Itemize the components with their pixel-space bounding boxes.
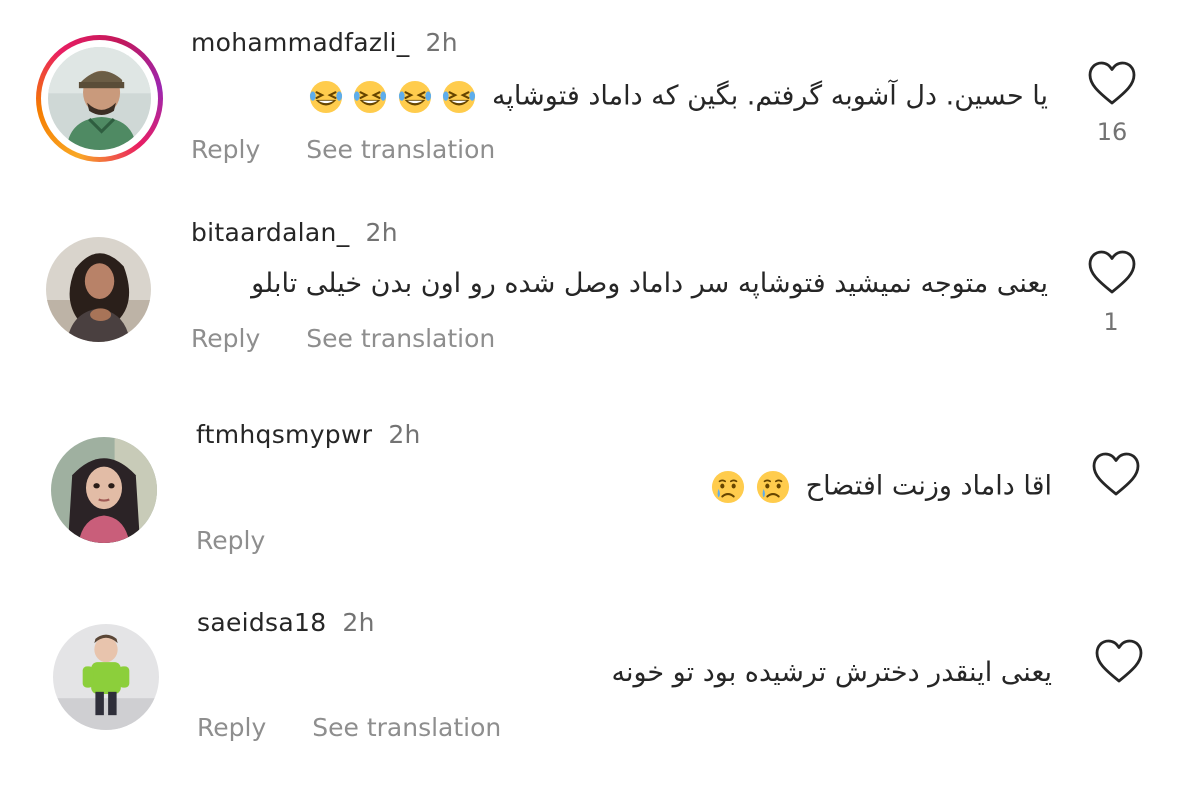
comment-body: اقا داماد وزنت افتضاح	[805, 470, 1052, 502]
username-link[interactable]: saeidsa18	[197, 608, 326, 637]
comment-header: saeidsa18 2h	[197, 608, 375, 637]
grinning-squinting-face-icon	[309, 80, 342, 114]
grinning-squinting-face-icon	[354, 80, 387, 114]
timestamp: 2h	[342, 608, 375, 637]
avatar[interactable]	[53, 624, 159, 730]
reply-button[interactable]: Reply	[191, 135, 260, 164]
emoji-group	[710, 470, 791, 504]
comment-body: یعنی متوجه نمیشید فتوشاپه سر داماد وصل ش…	[251, 268, 1048, 299]
username-link[interactable]: mohammadfazli_	[191, 28, 410, 57]
comment-item: mohammadfazli_ 2h یا حسین. دل آشوبه گرفتم…	[0, 0, 1200, 190]
like-count: 1	[1103, 308, 1119, 336]
comment-body: یعنی اینقدر دخترش ترشیده بود تو خونه	[611, 657, 1052, 688]
reply-button[interactable]: Reply	[197, 713, 266, 742]
crying-face-icon	[756, 470, 790, 504]
timestamp: 2h	[365, 218, 398, 247]
comment-text: یا حسین. دل آشوبه گرفتم. بگین که داماد ف…	[308, 80, 1048, 114]
timestamp: 2h	[388, 420, 421, 449]
comment-header: bitaardalan_ 2h	[191, 218, 398, 247]
comment-actions: Reply See translation	[191, 135, 541, 164]
reply-button[interactable]: Reply	[196, 526, 265, 555]
timestamp: 2h	[425, 28, 458, 57]
comment-actions: Reply	[196, 526, 311, 555]
heart-outline-icon[interactable]	[1087, 60, 1137, 106]
comment-text: یعنی متوجه نمیشید فتوشاپه سر داماد وصل ش…	[251, 268, 1048, 299]
see-translation-button[interactable]: See translation	[306, 324, 495, 353]
comment-body: یا حسین. دل آشوبه گرفتم. بگین که داماد ف…	[491, 80, 1048, 112]
see-translation-button[interactable]: See translation	[312, 713, 501, 742]
see-translation-button[interactable]: See translation	[306, 135, 495, 164]
emoji-group	[308, 80, 478, 114]
comment-item: ftmhqsmypwr 2h اقا داماد وزنت افتضاح Repl…	[0, 390, 1200, 585]
avatar[interactable]	[48, 47, 151, 150]
grinning-squinting-face-icon	[398, 80, 431, 114]
heart-outline-icon[interactable]	[1094, 638, 1144, 684]
crying-face-icon	[712, 470, 745, 504]
avatar[interactable]	[51, 437, 157, 543]
comment-header: ftmhqsmypwr 2h	[196, 420, 421, 449]
comment-text: یعنی اینقدر دخترش ترشیده بود تو خونه	[611, 657, 1052, 688]
comment-header: mohammadfazli_ 2h	[191, 28, 458, 57]
heart-outline-icon[interactable]	[1091, 451, 1141, 497]
grinning-squinting-face-icon	[443, 80, 476, 114]
comment-item: saeidsa18 2h یعنی اینقدر دخترش ترشیده بود…	[0, 585, 1200, 796]
comment-item: bitaardalan_ 2h یعنی متوجه نمیشید فتوشاپه…	[0, 190, 1200, 390]
username-link[interactable]: bitaardalan_	[191, 218, 350, 247]
heart-outline-icon[interactable]	[1087, 249, 1137, 295]
comment-actions: Reply See translation	[191, 324, 541, 353]
comment-actions: Reply See translation	[197, 713, 547, 742]
username-link[interactable]: ftmhqsmypwr	[196, 420, 372, 449]
avatar[interactable]	[46, 237, 151, 342]
comment-text: اقا داماد وزنت افتضاح	[710, 470, 1052, 504]
like-count: 16	[1096, 118, 1128, 146]
reply-button[interactable]: Reply	[191, 324, 260, 353]
